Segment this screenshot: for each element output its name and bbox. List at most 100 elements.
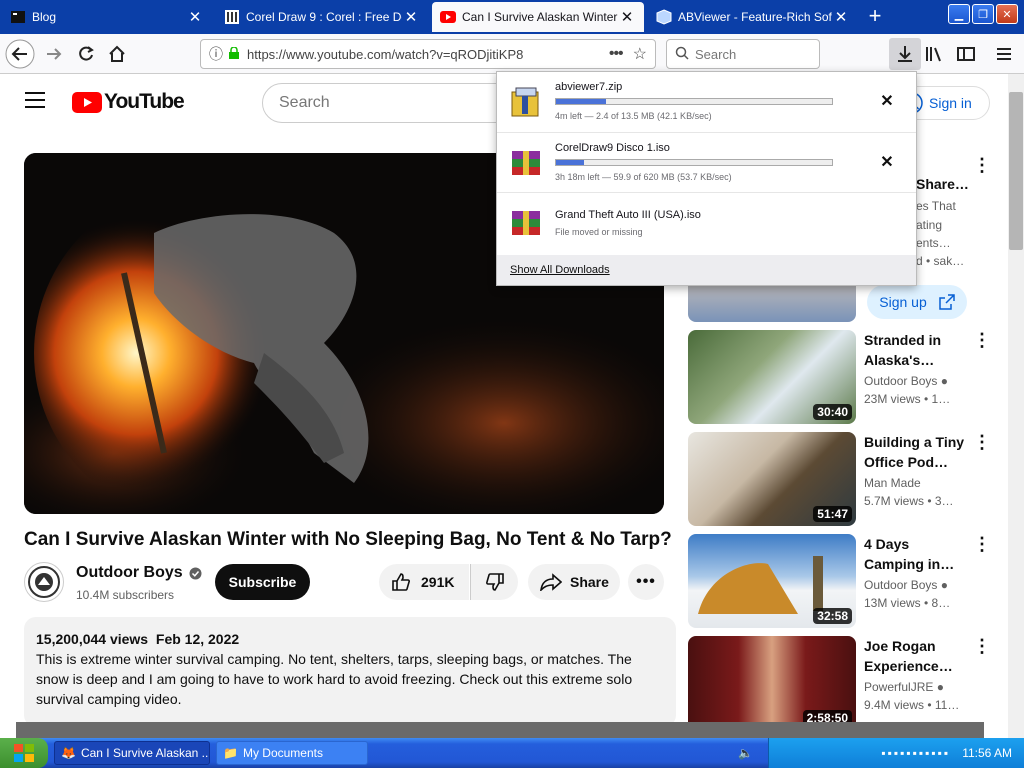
recommendation-item[interactable]: 30:40 Stranded in Alaska's… Outdoor Boys… — [687, 330, 991, 425]
tab-blog[interactable]: Blog ✕ — [2, 2, 212, 32]
show-all-downloads-button[interactable]: Show All Downloads — [497, 255, 916, 285]
sign-up-button[interactable]: Sign up — [867, 285, 967, 319]
info-icon[interactable]: ⓘ — [209, 44, 223, 64]
tab-strip: Blog ✕ Corel Draw 9 : Corel : Free Dow ✕… — [0, 0, 1024, 34]
video-title: Can I Survive Alaskan Winter with No Sle… — [24, 529, 672, 550]
view-count: 15,200,044 views — [36, 631, 149, 647]
task-label: Can I Survive Alaskan ... — [80, 746, 210, 760]
recommendation-meta: 9.4M views • 11… — [864, 698, 960, 712]
dislike-button[interactable] — [470, 564, 518, 600]
description-meta: 15,200,044 views Feb 12, 2022 — [36, 629, 664, 649]
recommendation-channel: Man Made — [864, 476, 921, 490]
window-controls: ▁ ❐ ✕ — [948, 4, 1018, 24]
cancel-download-button[interactable]: ✕ — [875, 151, 899, 175]
winrar-archive-icon — [510, 207, 542, 239]
tab-close-icon[interactable]: ✕ — [186, 8, 204, 26]
like-button[interactable]: 291K — [379, 564, 469, 600]
more-horizontal-icon: ••• — [636, 573, 656, 590]
more-vert-icon[interactable]: ⋮ — [973, 432, 991, 453]
youtube-logo[interactable]: YouTube — [72, 90, 185, 114]
video-thumbnail: 2:58:50 — [688, 636, 856, 730]
hamburger-icon — [997, 48, 1011, 60]
download-status: 3h 18m left — 59.9 of 620 MB (53.7 KB/se… — [555, 172, 732, 182]
tab-youtube[interactable]: Can I Survive Alaskan Winter w ✕ — [432, 2, 644, 32]
tab-close-icon[interactable]: ✕ — [618, 8, 636, 26]
page-actions-icon[interactable]: ••• — [609, 45, 624, 63]
description-text: This is extreme winter survival camping.… — [36, 651, 633, 707]
bookmark-star-icon[interactable]: ☆ — [633, 44, 647, 64]
subscriber-count: 10.4M subscribers — [76, 588, 175, 602]
thumbs-up-icon — [392, 573, 410, 591]
screen: Blog ✕ Corel Draw 9 : Corel : Free Dow ✕… — [0, 0, 1024, 768]
archive-favicon-icon — [224, 9, 240, 25]
new-tab-button[interactable]: + — [862, 4, 888, 30]
taskbar-item-browser[interactable]: 🦊 Can I Survive Alaskan ... — [54, 741, 210, 765]
tab-abviewer[interactable]: ABViewer - Feature-Rich Softwa ✕ — [648, 2, 858, 32]
download-item[interactable]: CorelDraw9 Disco 1.iso 3h 18m left — 59.… — [497, 132, 916, 192]
tab-close-icon[interactable]: ✕ — [402, 8, 420, 26]
system-tray: ▪▪▪▪▪▪▪▪▪▪▪ 11:56 AM — [768, 738, 1024, 768]
downloads-button[interactable] — [889, 38, 921, 70]
recommendation-channel: PowerfulJRE ● — [864, 680, 944, 694]
subscribe-button[interactable]: Subscribe — [215, 564, 310, 600]
ad-line: ating — [916, 218, 943, 232]
more-vert-icon[interactable]: ⋮ — [973, 534, 991, 555]
taskbar-item-my-documents[interactable]: 📁 My Documents — [216, 741, 368, 765]
description-box[interactable]: 15,200,044 views Feb 12, 2022 This is ex… — [24, 617, 676, 727]
tray-icons[interactable]: ▪▪▪▪▪▪▪▪▪▪▪ — [881, 746, 950, 760]
library-icon — [926, 47, 941, 62]
youtube-search-input[interactable]: Search — [262, 83, 522, 123]
recommendation-item[interactable]: 51:47 Building a Tiny Office Pod… Man Ma… — [687, 432, 991, 527]
download-item[interactable]: Grand Theft Auto III (USA).iso File move… — [497, 192, 916, 252]
download-item[interactable]: abviewer7.zip 4m left — 2.4 of 13.5 MB (… — [497, 72, 916, 132]
more-actions-button[interactable]: ••• — [628, 564, 664, 600]
external-link-icon — [938, 294, 955, 310]
back-arrow-icon — [5, 39, 35, 69]
channel-avatar[interactable] — [24, 562, 64, 602]
ad-menu-icon[interactable]: ⋮ — [973, 155, 991, 176]
verified-icon — [189, 567, 202, 579]
download-progress-bar — [555, 98, 833, 105]
scrollbar-thumb[interactable] — [1009, 92, 1023, 250]
tab-corel[interactable]: Corel Draw 9 : Corel : Free Dow ✕ — [216, 2, 428, 32]
close-window-button[interactable]: ✕ — [996, 4, 1018, 24]
logo-text: YouTube — [104, 90, 185, 113]
recommendation-item[interactable]: 2:58:50 Joe Rogan Experience… PowerfulJR… — [687, 636, 991, 731]
back-button[interactable] — [4, 38, 36, 70]
horizontal-scrollbar[interactable] — [16, 722, 984, 738]
cancel-download-button[interactable]: ✕ — [875, 90, 899, 114]
share-button[interactable]: Share — [528, 564, 620, 600]
clock: 11:56 AM — [962, 746, 1012, 760]
download-progress-bar — [555, 159, 833, 166]
ad-line: d • sak… — [916, 254, 965, 268]
tab-close-icon[interactable]: ✕ — [832, 8, 850, 26]
forward-button[interactable] — [38, 38, 70, 70]
recommendation-meta: 5.7M views • 3… — [864, 494, 954, 508]
upload-date: Feb 12, 2022 — [155, 631, 240, 647]
start-button[interactable] — [0, 738, 48, 768]
channel-row: Outdoor Boys 10.4M subscribers Subscribe… — [24, 562, 674, 602]
home-button[interactable] — [101, 38, 133, 70]
channel-name[interactable]: Outdoor Boys — [76, 564, 183, 582]
recommendation-title: Building a Tiny Office Pod… — [864, 434, 965, 470]
restore-button[interactable]: ❐ — [972, 4, 994, 24]
duration-badge: 30:40 — [813, 404, 852, 420]
share-arrow-icon — [540, 573, 562, 591]
video-thumbnail: 51:47 — [688, 432, 856, 526]
reload-icon — [79, 46, 94, 61]
browser-search-field[interactable]: Search — [666, 39, 820, 69]
download-filename: abviewer7.zip — [555, 81, 623, 93]
speaker-icon[interactable]: 🔈 — [738, 746, 753, 760]
recommendation-item[interactable]: 32:58 4 Days Camping in… Outdoor Boys ● … — [687, 534, 991, 629]
recommendation-meta: 23M views • 1… — [864, 392, 951, 406]
more-vert-icon[interactable]: ⋮ — [973, 636, 991, 657]
menu-button[interactable] — [988, 38, 1020, 70]
sidebar-toggle-button[interactable] — [950, 38, 982, 70]
library-button[interactable] — [918, 38, 950, 70]
url-bar[interactable]: ⓘ https://www.youtube.com/watch?v=qRODji… — [200, 39, 656, 69]
reload-button[interactable] — [70, 38, 102, 70]
more-vert-icon[interactable]: ⋮ — [973, 330, 991, 351]
guide-menu-button[interactable] — [24, 91, 46, 114]
minimize-button[interactable]: ▁ — [948, 4, 970, 24]
home-icon — [109, 45, 125, 62]
